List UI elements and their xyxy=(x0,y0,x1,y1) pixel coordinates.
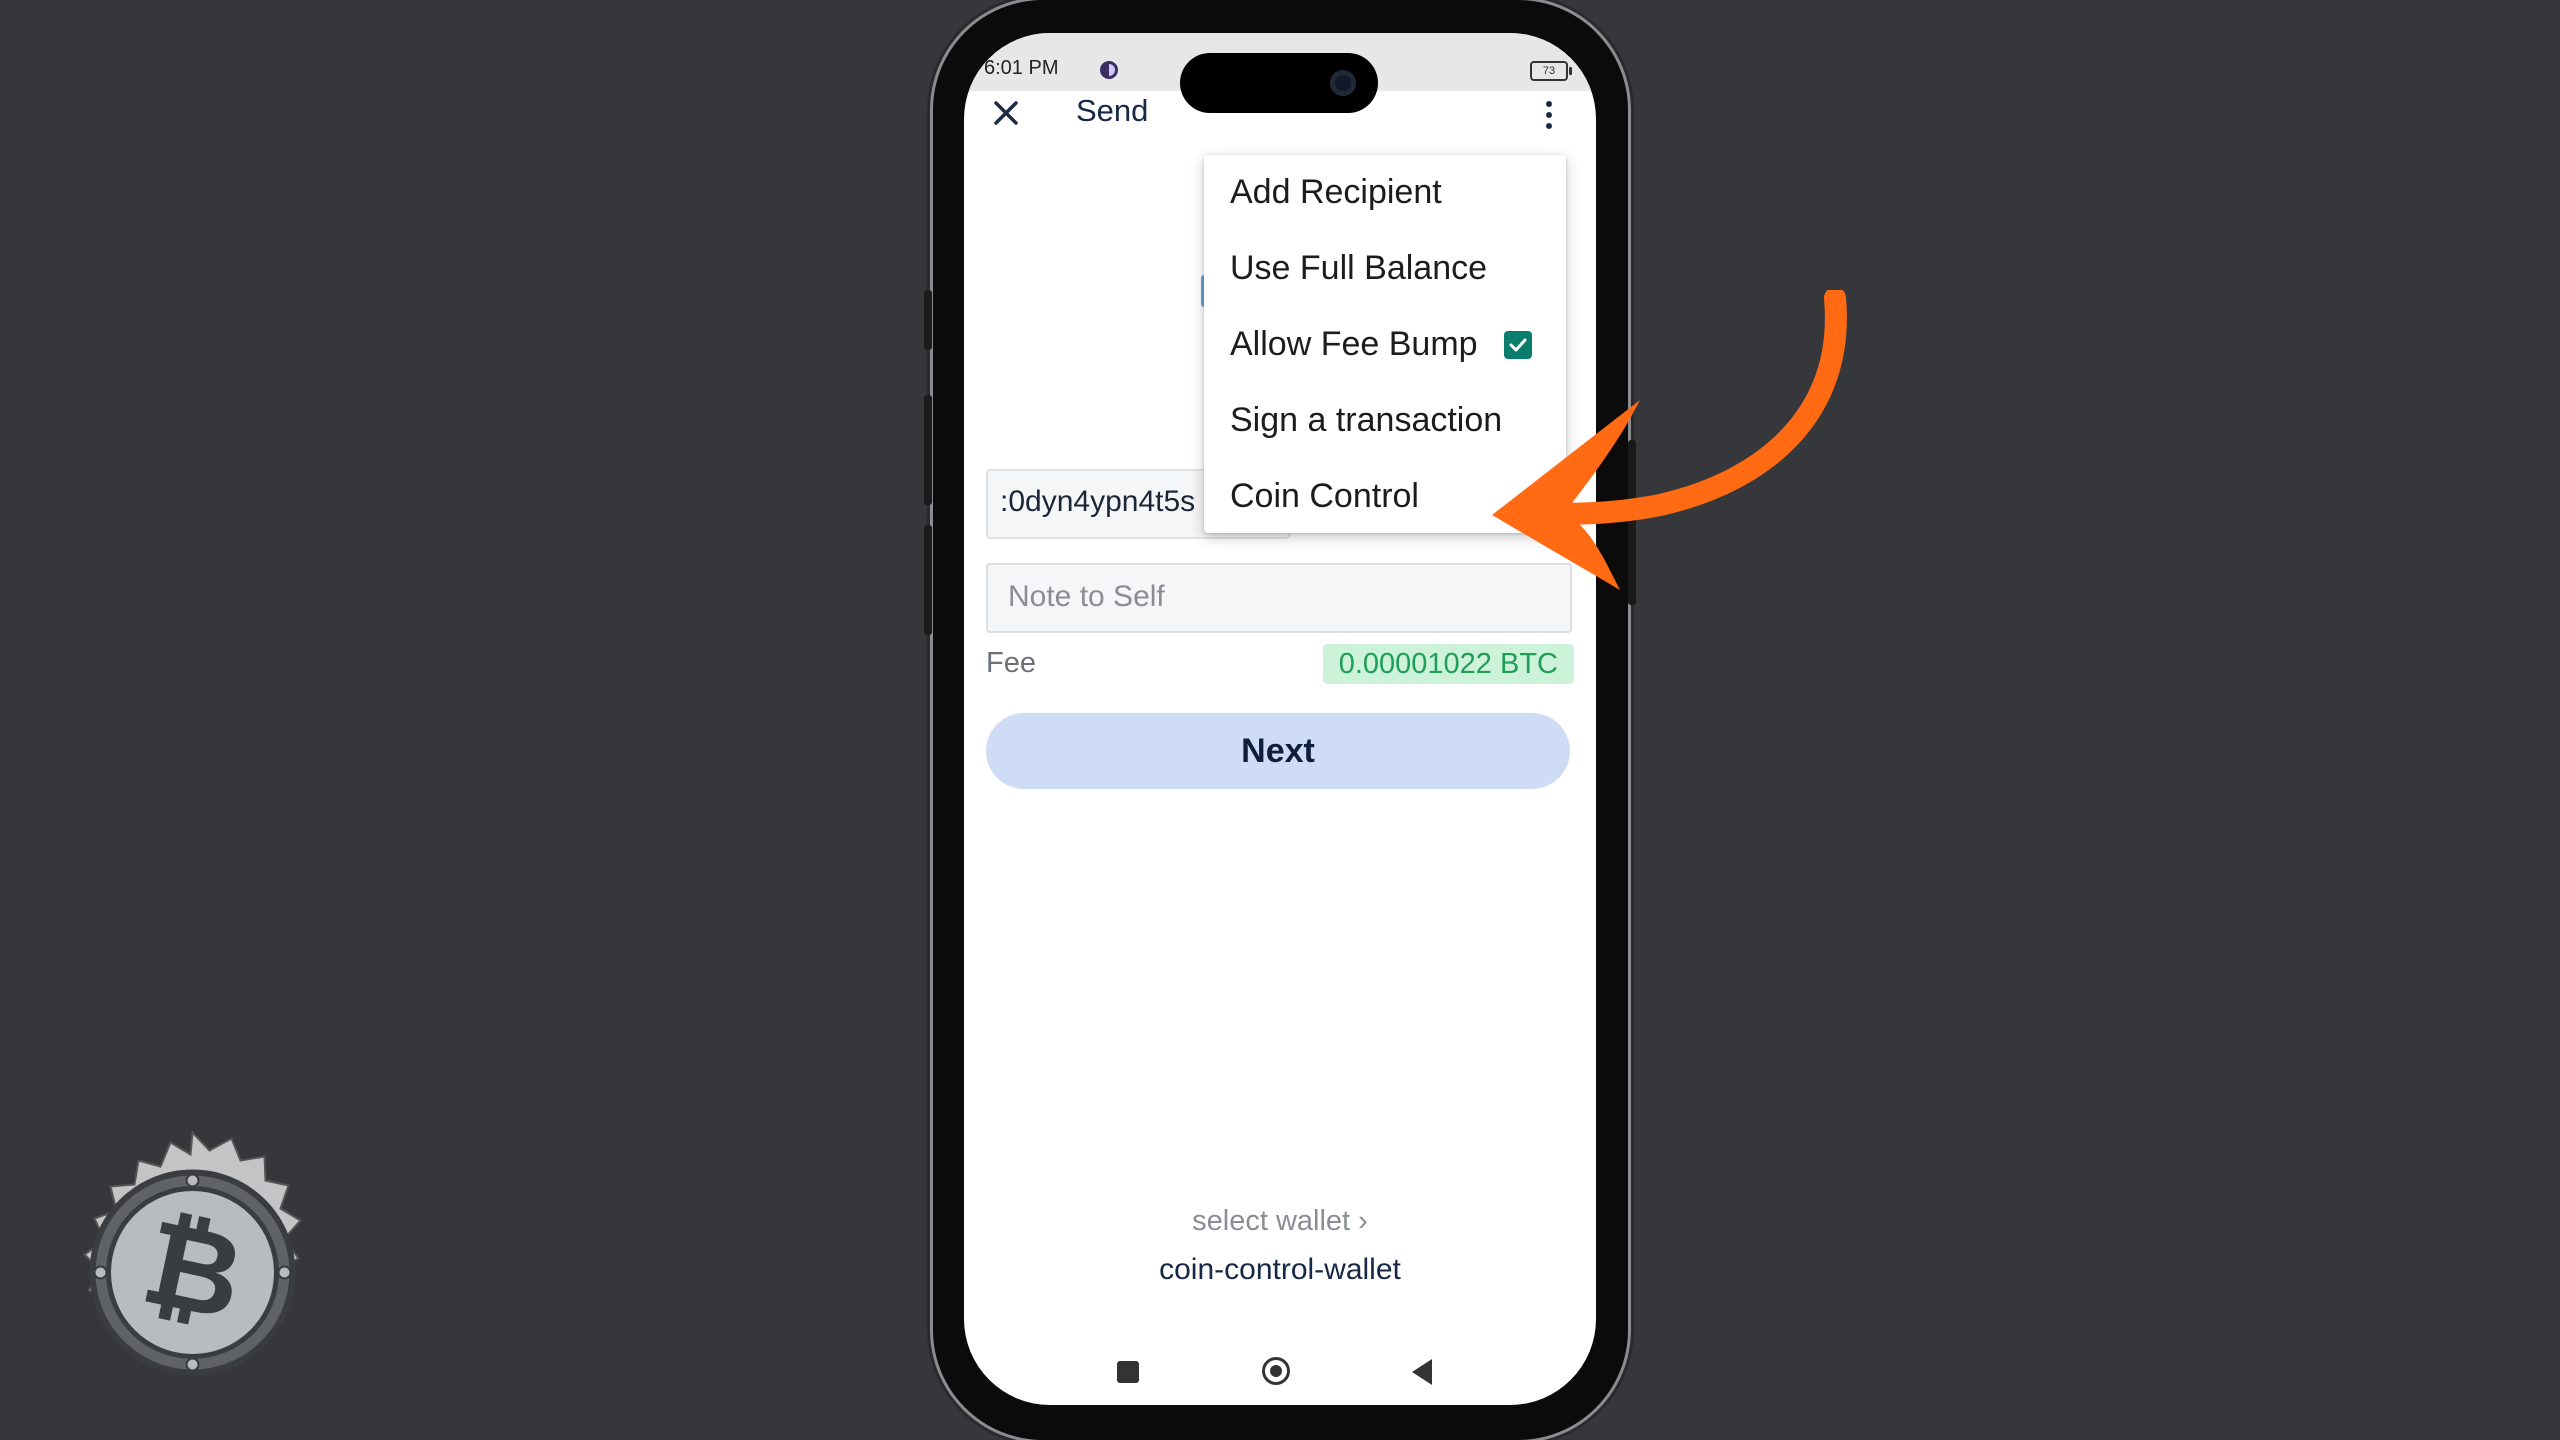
menu-item-add-recipient[interactable]: Add Recipient xyxy=(1204,155,1566,231)
note-placeholder: Note to Self xyxy=(1008,580,1165,613)
fee-value-badge[interactable]: 0.00001022 BTC xyxy=(1322,644,1574,684)
menu-item-label: Allow Fee Bump xyxy=(1230,325,1478,363)
page-title: Send xyxy=(1076,93,1149,128)
menu-item-label: Use Full Balance xyxy=(1230,249,1488,287)
next-button[interactable]: Next xyxy=(986,713,1570,789)
address-value: :0dyn4ypn4t5s xyxy=(1000,485,1196,518)
back-icon[interactable] xyxy=(1412,1359,1432,1385)
camera-icon xyxy=(1330,70,1356,96)
fee-label: Fee xyxy=(986,647,1036,679)
phone-side-button xyxy=(924,525,932,635)
more-vert-icon[interactable] xyxy=(1538,97,1560,133)
system-nav-bar xyxy=(964,1343,1596,1403)
close-icon[interactable] xyxy=(988,95,1024,131)
wallet-name: coin-control-wallet xyxy=(1159,1253,1401,1286)
phone-side-button xyxy=(924,290,932,350)
dynamic-island xyxy=(1180,53,1378,113)
battery-icon: 73 xyxy=(1530,61,1572,81)
bitcoin-badge-logo-icon: ₿ xyxy=(82,1130,303,1376)
app-notification-icon xyxy=(1100,61,1118,79)
status-time: 6:01 PM xyxy=(984,57,1059,79)
annotation-arrow-icon xyxy=(1492,290,1847,590)
menu-item-label: Add Recipient xyxy=(1230,173,1442,211)
select-wallet-link[interactable]: select wallet › xyxy=(964,1205,1596,1238)
menu-item-label: Sign a transaction xyxy=(1230,401,1503,439)
home-icon[interactable] xyxy=(1262,1357,1290,1385)
menu-item-label: Coin Control xyxy=(1230,477,1419,515)
phone-screen: 6:01 PM 73 Send :0dyn4ypn4t5s Note to Se… xyxy=(964,33,1596,1405)
phone-side-button xyxy=(924,395,932,505)
recents-icon[interactable] xyxy=(1117,1361,1139,1383)
